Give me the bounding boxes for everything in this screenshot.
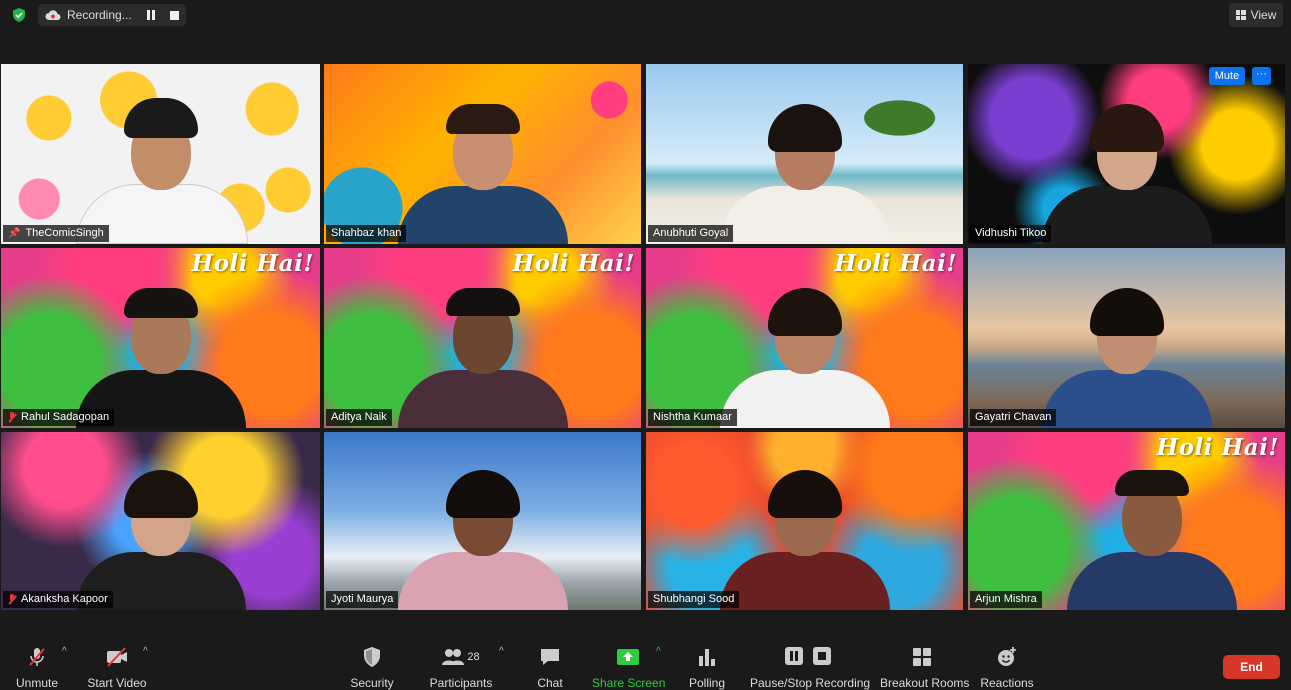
participants-count: 28 — [467, 651, 480, 663]
participant-video — [397, 94, 568, 244]
chat-bubble-icon — [541, 649, 559, 665]
chat-button[interactable]: Chat — [530, 646, 570, 690]
view-button[interactable]: View — [1229, 3, 1283, 27]
participant-name: Nishtha Kumaar — [653, 411, 732, 423]
participant-video — [719, 460, 890, 610]
meeting-top-bar: Recording... View — [0, 0, 1291, 30]
holi-hai-text: Holi Hai! — [191, 250, 314, 277]
participant-name-tag: Shahbaz khan — [326, 225, 407, 242]
participant-video — [1041, 94, 1212, 244]
participant-video — [719, 278, 890, 428]
participant-name: TheComicSingh — [25, 227, 104, 239]
participant-name: Jyoti Maurya — [331, 593, 394, 605]
breakout-rooms-button[interactable]: Breakout Rooms — [880, 646, 969, 690]
participant-video — [75, 94, 248, 244]
participant-video — [75, 278, 246, 428]
video-tile[interactable]: Shubhangi Sood — [646, 432, 963, 610]
stop-recording-icon[interactable] — [170, 10, 179, 20]
participant-name-tag: Gayatri Chavan — [970, 409, 1057, 426]
participant-name-tag: Akanksha Kapoor — [3, 591, 113, 608]
reactions-button[interactable]: Reactions — [980, 646, 1034, 690]
video-tile[interactable]: Holi Hai! Rahul Sadagopan — [1, 248, 320, 428]
video-tile[interactable]: Gayatri Chavan — [968, 248, 1285, 428]
participant-name: Shubhangi Sood — [653, 593, 735, 605]
mic-muted-icon — [29, 648, 45, 666]
start-video-button[interactable]: Start Video — [86, 646, 148, 690]
participant-name-tag: Jyoti Maurya — [326, 591, 399, 608]
mute-participant-button[interactable]: Mute — [1209, 67, 1245, 85]
muted-mic-icon — [8, 594, 16, 605]
video-options-chevron-icon[interactable]: ^ — [143, 646, 148, 657]
share-screen-button[interactable]: Share Screen — [592, 646, 665, 690]
participant-name: Arjun Mishra — [975, 593, 1037, 605]
participant-video — [719, 94, 890, 244]
video-tile[interactable]: Mute ··· Vidhushi Tikoo — [968, 64, 1285, 244]
participant-video — [1041, 278, 1212, 428]
participants-button[interactable]: 28 Participants — [424, 646, 498, 690]
recording-indicator: Recording... — [38, 4, 186, 26]
participant-name: Akanksha Kapoor — [21, 593, 108, 605]
video-tile[interactable]: Holi Hai! Nishtha Kumaar — [646, 248, 963, 428]
participant-name-tag: Anubhuti Goyal — [648, 225, 734, 242]
polling-button[interactable]: Polling — [686, 646, 728, 690]
cloud-recording-icon — [45, 10, 61, 20]
participant-name-tag: Arjun Mishra — [970, 591, 1042, 608]
video-tile[interactable]: 📌 TheComicSingh — [1, 64, 320, 244]
participant-name-tag: Aditya Naik — [326, 409, 392, 426]
video-tile[interactable]: Anubhuti Goyal — [646, 64, 963, 244]
recording-label: Recording... — [67, 8, 132, 22]
polling-bar-chart-icon — [699, 649, 715, 666]
video-tile[interactable]: Shahbaz khan — [324, 64, 641, 244]
stop-icon[interactable] — [812, 646, 832, 666]
holi-hai-text: Holi Hai! — [512, 250, 635, 277]
participant-name-tag: Shubhangi Sood — [648, 591, 740, 608]
view-label: View — [1250, 8, 1277, 22]
participant-name-tag: 📌 TheComicSingh — [3, 225, 109, 242]
unmute-button[interactable]: Unmute — [10, 646, 64, 690]
audio-options-chevron-icon[interactable]: ^ — [62, 646, 67, 657]
participant-name: Gayatri Chavan — [975, 411, 1052, 423]
participant-video — [75, 460, 246, 610]
participant-name-tag: Nishtha Kumaar — [648, 409, 737, 426]
pause-recording-icon[interactable] — [146, 10, 156, 20]
share-options-chevron-icon[interactable]: ^ — [656, 646, 661, 657]
participant-name: Aditya Naik — [331, 411, 387, 423]
video-tile[interactable]: Holi Hai! Arjun Mishra — [968, 432, 1285, 610]
muted-mic-icon — [8, 412, 16, 423]
participants-options-chevron-icon[interactable]: ^ — [499, 646, 504, 657]
participant-name: Vidhushi Tikoo — [975, 227, 1047, 239]
breakout-rooms-icon — [913, 648, 931, 666]
video-tile[interactable]: Akanksha Kapoor — [1, 432, 320, 610]
security-shield-icon — [364, 647, 380, 667]
pause-stop-recording-button[interactable]: Pause/Stop Recording — [750, 646, 870, 690]
video-off-icon — [107, 647, 127, 667]
participant-video — [1066, 460, 1237, 610]
pin-icon: 📌 — [8, 228, 21, 239]
participant-name: Rahul Sadagopan — [21, 411, 110, 423]
participant-name-tag: Vidhushi Tikoo — [970, 225, 1052, 242]
video-tile[interactable]: Holi Hai! Aditya Naik — [324, 248, 641, 428]
security-button[interactable]: Security — [346, 646, 398, 690]
participants-icon — [442, 649, 465, 665]
encryption-shield-icon[interactable] — [12, 8, 26, 22]
pause-icon[interactable] — [784, 646, 804, 666]
reactions-emoji-icon — [998, 647, 1016, 666]
grid-view-icon — [1235, 10, 1246, 20]
meeting-toolbar: Unmute ^ Start Video ^ Security 28 Parti… — [0, 640, 1291, 690]
end-meeting-button[interactable]: End — [1223, 655, 1280, 679]
participant-video — [397, 278, 568, 428]
holi-hai-text: Holi Hai! — [834, 250, 957, 277]
participant-name: Anubhuti Goyal — [653, 227, 729, 239]
participant-video — [397, 460, 568, 610]
participant-name-tag: Rahul Sadagopan — [3, 409, 115, 426]
share-screen-icon — [617, 649, 639, 665]
video-tile[interactable]: Jyoti Maurya — [324, 432, 641, 610]
holi-hai-text: Holi Hai! — [1156, 434, 1279, 461]
participant-name: Shahbaz khan — [331, 227, 402, 239]
more-options-button[interactable]: ··· — [1252, 67, 1271, 85]
